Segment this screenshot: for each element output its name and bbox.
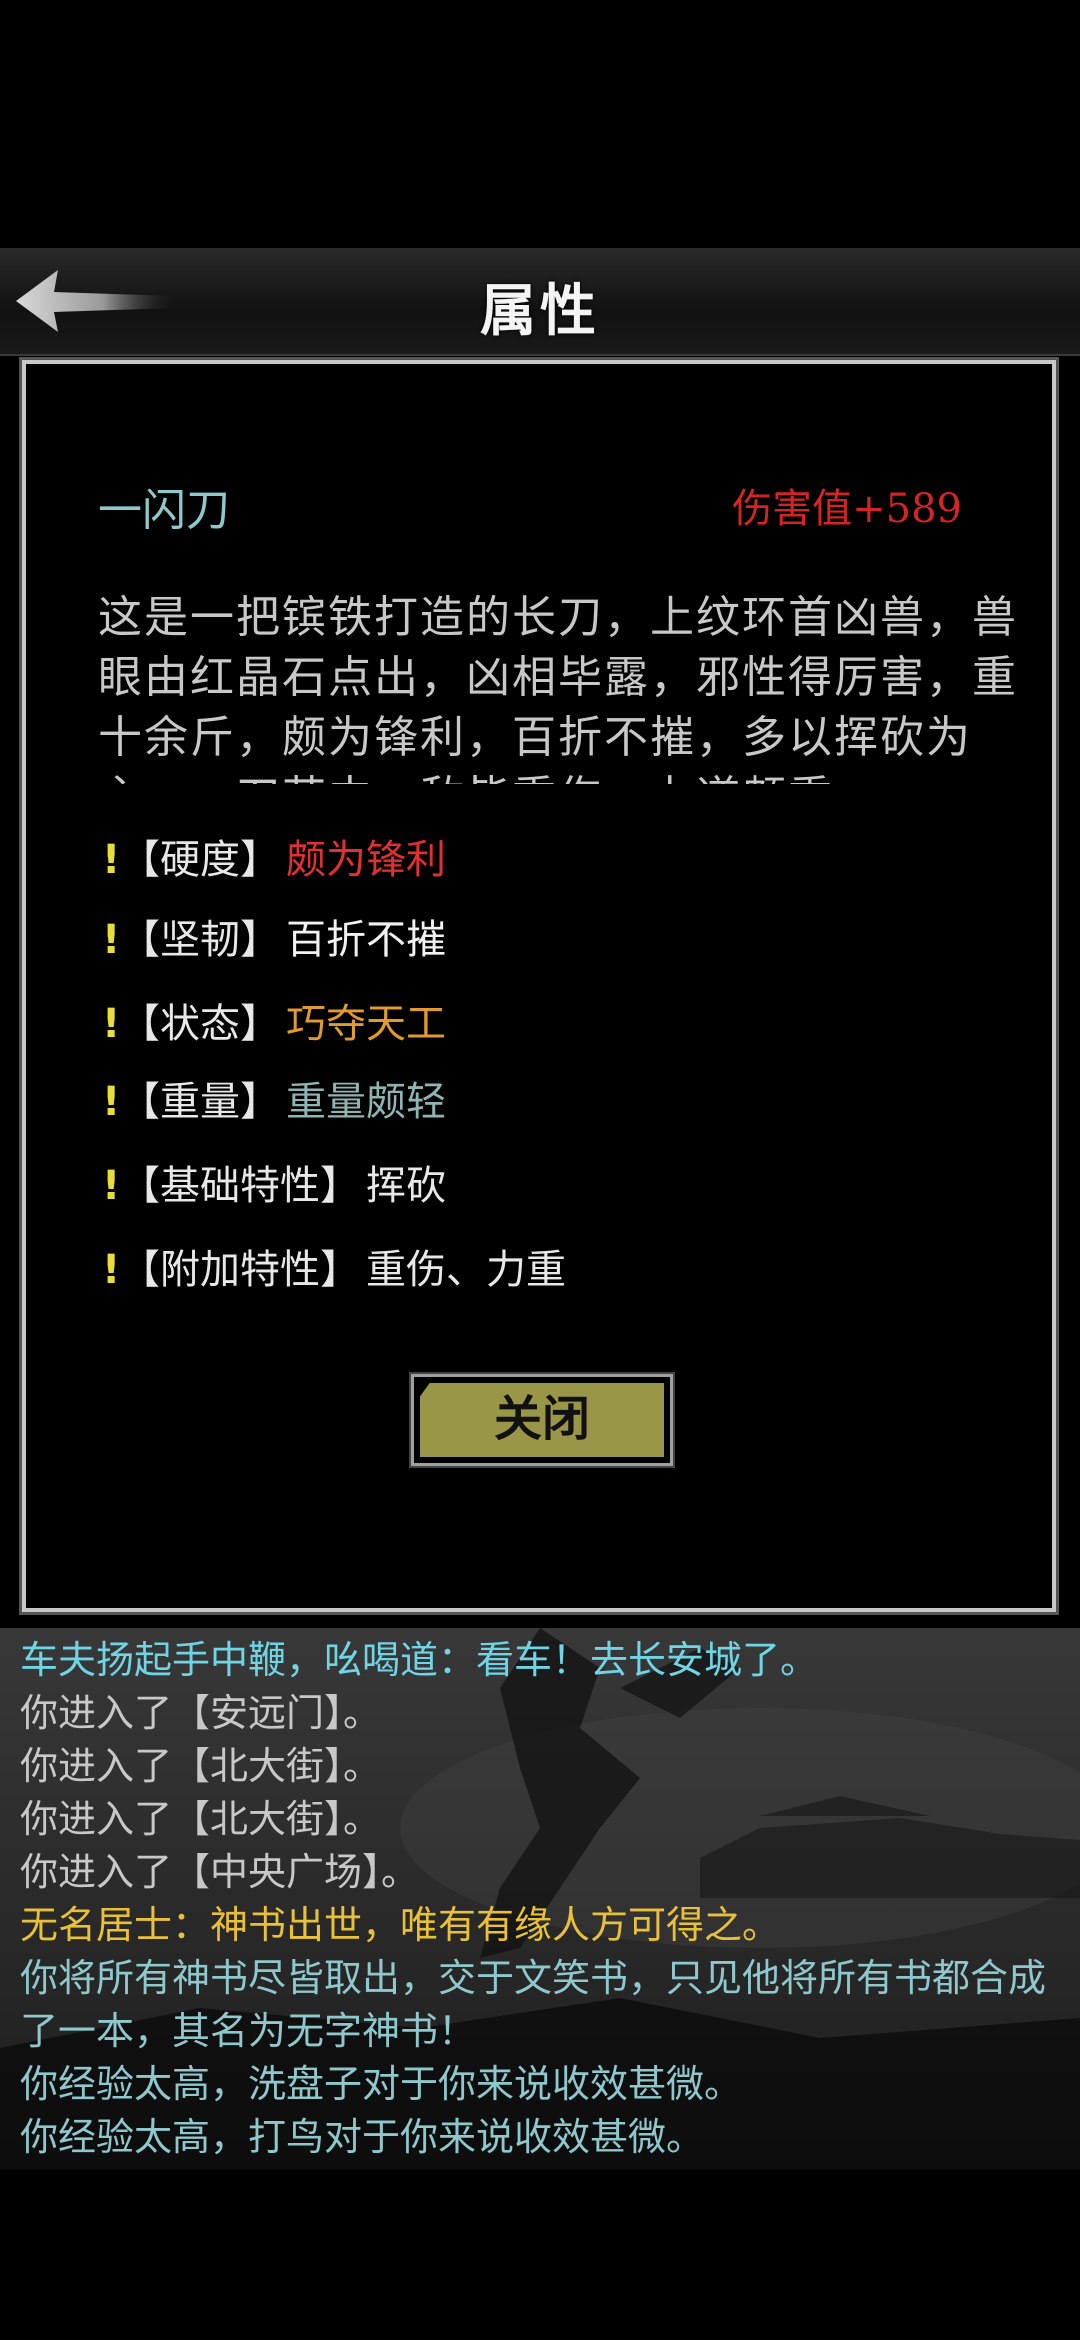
attribute-label: 【基础特性】 (120, 1163, 360, 1209)
attribute-value: 挥砍 (366, 1163, 446, 1209)
log-line: 无名居士：神书出世，唯有有缘人方可得之。 (20, 1903, 781, 1947)
header-bar: 属性 (0, 248, 1080, 356)
attribute-row-extra-trait: !【附加特性】 重伤、力重 (102, 1242, 566, 1298)
attribute-value: 颇为锋利 (286, 837, 446, 883)
exclamation-icon: ! (102, 1163, 121, 1209)
exclamation-icon: ! (102, 917, 121, 963)
damage-value: 伤害值+589 (732, 486, 962, 532)
log-line: 你经验太高，打鸟对于你来说收效甚微。 (20, 2115, 705, 2159)
attribute-dialog: 一闪刀 伤害值+589 这是一把镔铁打造的长刀，上纹环首凶兽，兽眼由红晶石点出，… (22, 360, 1056, 1612)
log-line: 你进入了【中央广场】。 (20, 1850, 420, 1894)
attribute-value: 百折不摧 (286, 917, 446, 963)
attribute-row-hardness: !【硬度】 颇为锋利 (102, 832, 446, 888)
exclamation-icon: ! (102, 1247, 121, 1293)
exclamation-icon: ! (102, 1079, 121, 1125)
attribute-row-toughness: !【坚韧】 百折不摧 (102, 912, 446, 968)
attribute-label: 【硬度】 (120, 837, 280, 883)
attribute-label: 【附加特性】 (120, 1247, 360, 1293)
log-line: 你进入了【北大街】。 (20, 1744, 382, 1788)
attribute-value: 巧夺天工 (286, 1001, 446, 1047)
attribute-value: 重量颇轻 (286, 1079, 446, 1125)
page-title: 属性 (480, 278, 600, 344)
exclamation-icon: ! (102, 837, 121, 883)
item-description[interactable]: 这是一把镔铁打造的长刀，上纹环首凶兽，兽眼由红晶石点出，凶相毕露，邪性得厉害，重… (98, 588, 1038, 784)
log-line: 你进入了【北大街】。 (20, 1797, 382, 1841)
log-line: 车夫扬起手中鞭，吆喝道：看车！去长安城了。 (20, 1638, 819, 1682)
close-button[interactable]: 关闭 (411, 1374, 673, 1466)
log-line: 你将所有神书尽皆取出，交于文笑书，只见他将所有书都合成了一本，其名为无字神书！ (20, 1956, 1047, 2053)
close-button-label: 关闭 (420, 1383, 664, 1457)
item-name: 一闪刀 (98, 485, 230, 536)
attribute-row-weight: !【重量】 重量颇轻 (102, 1074, 446, 1130)
exclamation-icon: ! (102, 1001, 121, 1047)
attribute-row-condition: !【状态】 巧夺天工 (102, 996, 446, 1052)
message-log[interactable]: 车夫扬起手中鞭，吆喝道：看车！去长安城了。 你进入了【安远门】。 你进入了【北大… (0, 1628, 1080, 2170)
attribute-value: 重伤、力重 (366, 1247, 566, 1293)
log-lines: 车夫扬起手中鞭，吆喝道：看车！去长安城了。 你进入了【安远门】。 你进入了【北大… (20, 1634, 1070, 2164)
attribute-row-base-trait: !【基础特性】 挥砍 (102, 1158, 446, 1214)
attribute-label: 【坚韧】 (120, 917, 280, 963)
log-line: 你经验太高，洗盘子对于你来说收效甚微。 (20, 2062, 743, 2106)
attribute-label: 【状态】 (120, 1001, 280, 1047)
attribute-label: 【重量】 (120, 1079, 280, 1125)
log-line: 你进入了【安远门】。 (20, 1691, 382, 1735)
